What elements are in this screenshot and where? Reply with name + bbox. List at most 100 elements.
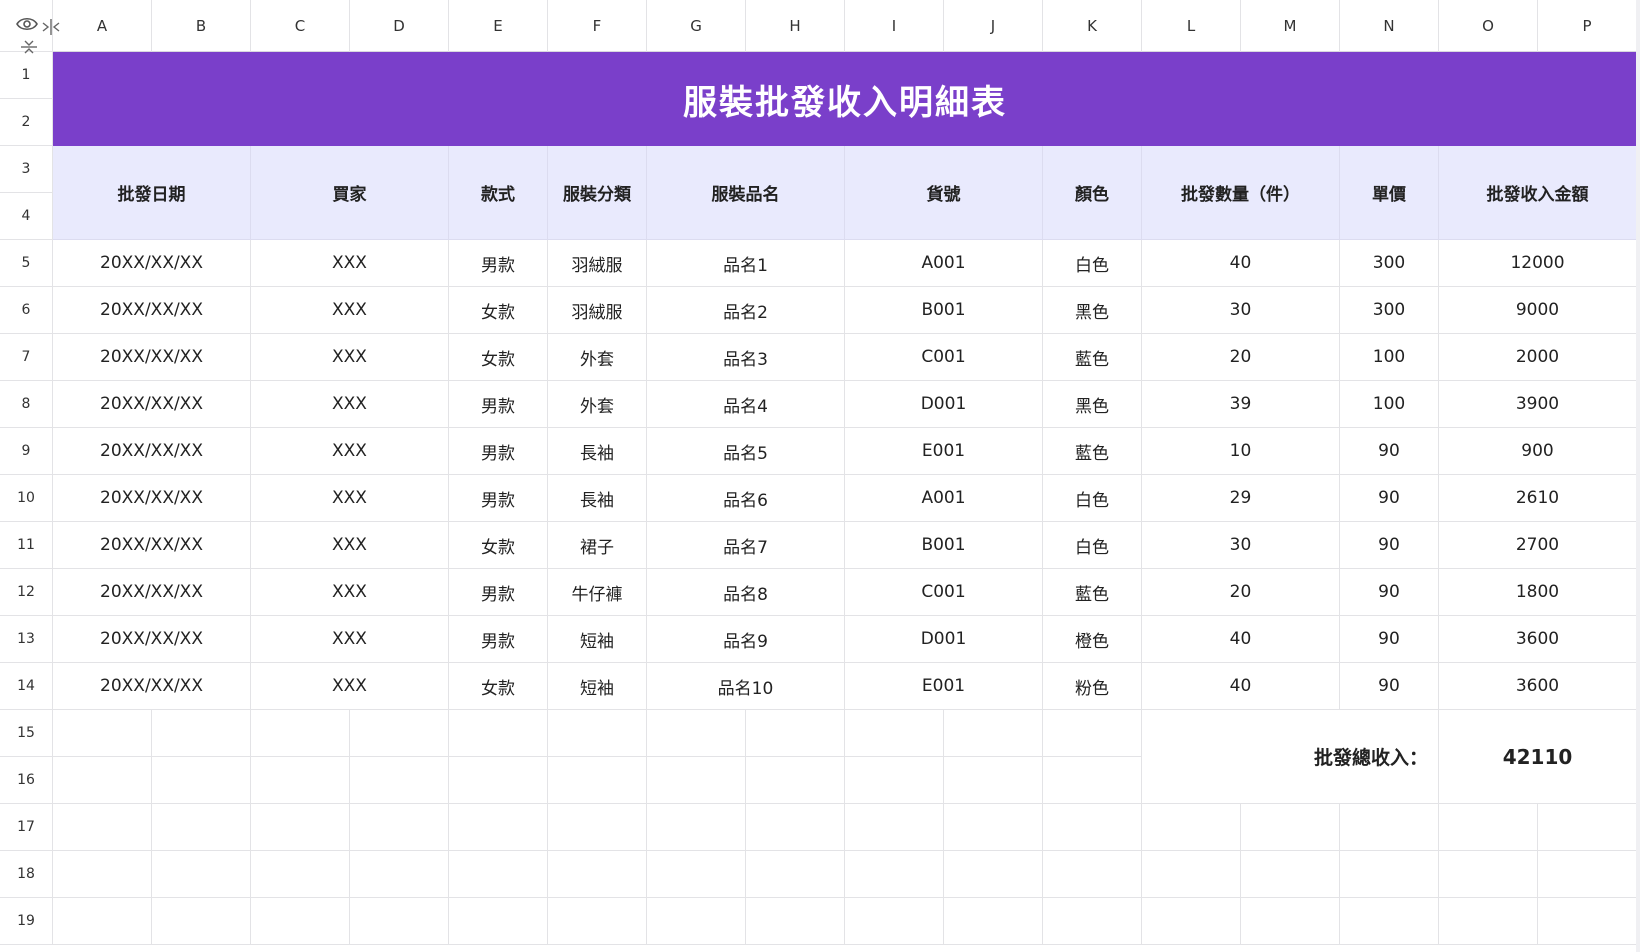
- cell-product[interactable]: 品名8: [647, 569, 845, 616]
- row-header-4[interactable]: 4: [0, 193, 53, 240]
- empty-cell[interactable]: [845, 804, 944, 851]
- empty-cell[interactable]: [845, 851, 944, 898]
- header-color[interactable]: 顏色: [1043, 146, 1142, 240]
- column-header-b[interactable]: B: [152, 0, 251, 52]
- cell-amount[interactable]: 3600: [1439, 616, 1637, 663]
- cell-category[interactable]: 牛仔褲: [548, 569, 647, 616]
- cell-qty[interactable]: 10: [1142, 428, 1340, 475]
- row-header-9[interactable]: 9: [0, 428, 53, 475]
- cell-product[interactable]: 品名6: [647, 475, 845, 522]
- row-header-19[interactable]: 19: [0, 898, 53, 945]
- cell-qty[interactable]: 39: [1142, 381, 1340, 428]
- cell-color[interactable]: 藍色: [1043, 334, 1142, 381]
- empty-cell[interactable]: [152, 710, 251, 757]
- cell-price[interactable]: 100: [1340, 381, 1439, 428]
- cell-color[interactable]: 橙色: [1043, 616, 1142, 663]
- cell-qty[interactable]: 40: [1142, 616, 1340, 663]
- cell-date[interactable]: 20XX/XX/XX: [53, 522, 251, 569]
- column-header-k[interactable]: K: [1043, 0, 1142, 52]
- cell-color[interactable]: 黑色: [1043, 287, 1142, 334]
- freeze-columns-icon[interactable]: [41, 18, 61, 36]
- empty-cell[interactable]: [647, 898, 746, 945]
- cell-price[interactable]: 90: [1340, 663, 1439, 710]
- empty-cell[interactable]: [1142, 898, 1241, 945]
- empty-cell[interactable]: [251, 757, 350, 804]
- cell-style[interactable]: 女款: [449, 287, 548, 334]
- cell-price[interactable]: 90: [1340, 475, 1439, 522]
- header-amount[interactable]: 批發收入金額: [1439, 146, 1637, 240]
- header-buyer[interactable]: 買家: [251, 146, 449, 240]
- row-header-2[interactable]: 2: [0, 99, 53, 146]
- cell-category[interactable]: 羽絨服: [548, 240, 647, 287]
- empty-cell[interactable]: [1439, 851, 1538, 898]
- header-date[interactable]: 批發日期: [53, 146, 251, 240]
- header-price[interactable]: 單價: [1340, 146, 1439, 240]
- cell-sku[interactable]: C001: [845, 334, 1043, 381]
- empty-cell[interactable]: [449, 804, 548, 851]
- cell-product[interactable]: 品名4: [647, 381, 845, 428]
- header-product[interactable]: 服裝品名: [647, 146, 845, 240]
- empty-cell[interactable]: [647, 757, 746, 804]
- column-header-h[interactable]: H: [746, 0, 845, 52]
- cell-color[interactable]: 黑色: [1043, 381, 1142, 428]
- freeze-rows-icon[interactable]: [20, 40, 38, 54]
- column-header-m[interactable]: M: [1241, 0, 1340, 52]
- empty-cell[interactable]: [944, 757, 1043, 804]
- empty-cell[interactable]: [1043, 710, 1142, 757]
- column-header-e[interactable]: E: [449, 0, 548, 52]
- empty-cell[interactable]: [350, 898, 449, 945]
- row-header-10[interactable]: 10: [0, 475, 53, 522]
- cell-qty[interactable]: 40: [1142, 663, 1340, 710]
- empty-cell[interactable]: [746, 851, 845, 898]
- header-sku[interactable]: 貨號: [845, 146, 1043, 240]
- cell-product[interactable]: 品名10: [647, 663, 845, 710]
- total-label[interactable]: 批發總收入：: [1142, 710, 1439, 804]
- cell-amount[interactable]: 900: [1439, 428, 1637, 475]
- empty-cell[interactable]: [944, 898, 1043, 945]
- cell-date[interactable]: 20XX/XX/XX: [53, 475, 251, 522]
- cell-buyer[interactable]: XXX: [251, 475, 449, 522]
- cell-qty[interactable]: 29: [1142, 475, 1340, 522]
- empty-cell[interactable]: [152, 804, 251, 851]
- cell-color[interactable]: 白色: [1043, 240, 1142, 287]
- column-header-c[interactable]: C: [251, 0, 350, 52]
- empty-cell[interactable]: [548, 757, 647, 804]
- eye-icon[interactable]: [16, 16, 38, 32]
- empty-cell[interactable]: [251, 710, 350, 757]
- row-header-18[interactable]: 18: [0, 851, 53, 898]
- cell-amount[interactable]: 1800: [1439, 569, 1637, 616]
- empty-cell[interactable]: [1439, 804, 1538, 851]
- empty-cell[interactable]: [449, 710, 548, 757]
- empty-cell[interactable]: [1241, 851, 1340, 898]
- cell-price[interactable]: 100: [1340, 334, 1439, 381]
- cell-color[interactable]: 藍色: [1043, 569, 1142, 616]
- cell-style[interactable]: 男款: [449, 616, 548, 663]
- empty-cell[interactable]: [944, 851, 1043, 898]
- empty-cell[interactable]: [1043, 757, 1142, 804]
- empty-cell[interactable]: [548, 851, 647, 898]
- empty-cell[interactable]: [548, 710, 647, 757]
- cell-style[interactable]: 男款: [449, 428, 548, 475]
- row-header-3[interactable]: 3: [0, 146, 53, 193]
- row-header-7[interactable]: 7: [0, 334, 53, 381]
- cell-price[interactable]: 300: [1340, 240, 1439, 287]
- cell-buyer[interactable]: XXX: [251, 428, 449, 475]
- cell-sku[interactable]: E001: [845, 663, 1043, 710]
- empty-cell[interactable]: [53, 898, 152, 945]
- row-header-6[interactable]: 6: [0, 287, 53, 334]
- empty-cell[interactable]: [449, 898, 548, 945]
- column-header-n[interactable]: N: [1340, 0, 1439, 52]
- cell-style[interactable]: 男款: [449, 475, 548, 522]
- cell-price[interactable]: 90: [1340, 569, 1439, 616]
- cell-style[interactable]: 女款: [449, 522, 548, 569]
- empty-cell[interactable]: [53, 804, 152, 851]
- cell-buyer[interactable]: XXX: [251, 381, 449, 428]
- cell-color[interactable]: 白色: [1043, 475, 1142, 522]
- row-header-17[interactable]: 17: [0, 804, 53, 851]
- empty-cell[interactable]: [1241, 898, 1340, 945]
- empty-cell[interactable]: [53, 757, 152, 804]
- cell-amount[interactable]: 3600: [1439, 663, 1637, 710]
- cell-amount[interactable]: 9000: [1439, 287, 1637, 334]
- empty-cell[interactable]: [845, 898, 944, 945]
- empty-cell[interactable]: [746, 804, 845, 851]
